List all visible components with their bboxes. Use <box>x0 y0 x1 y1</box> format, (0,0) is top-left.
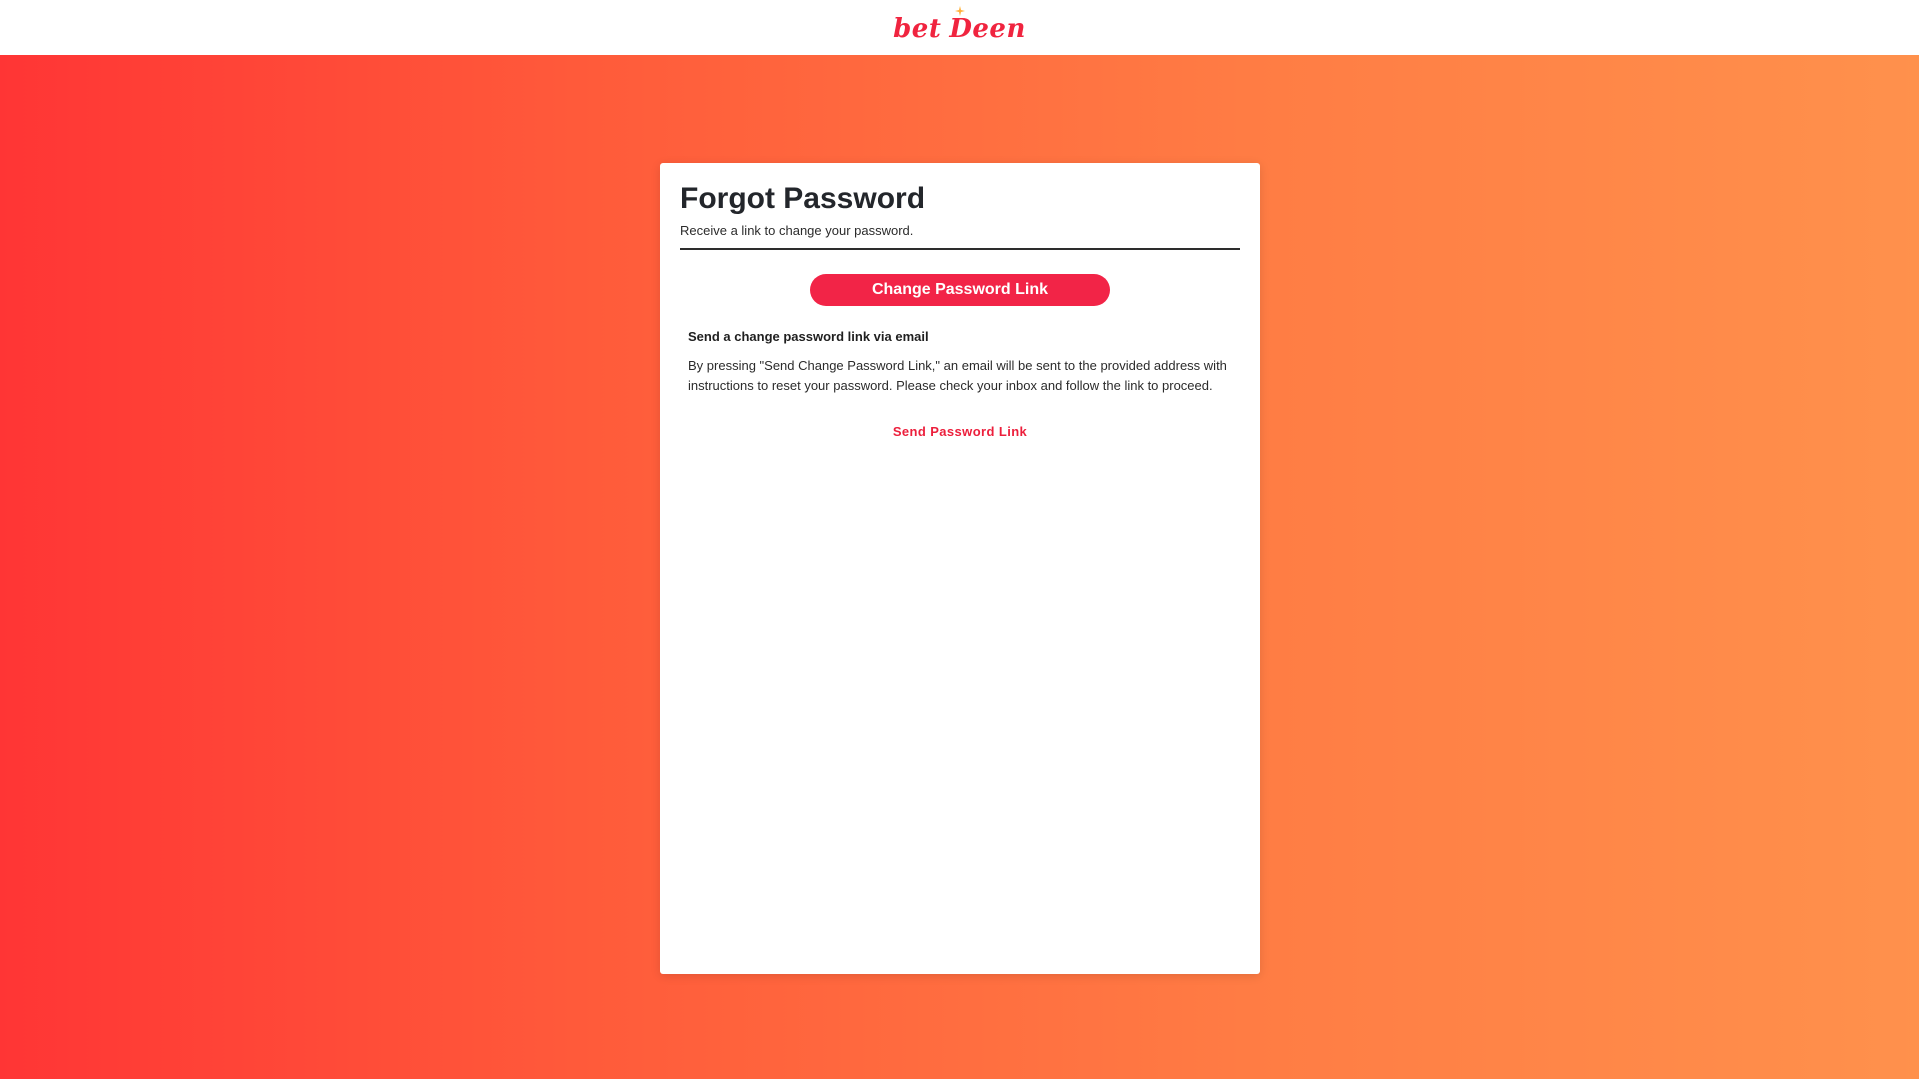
sparkle-icon <box>955 5 966 16</box>
top-header: bet Deen <box>0 0 1919 55</box>
logo-text-deen-wrap: Deen <box>949 5 1026 44</box>
primary-button-row: Change Password Link <box>680 274 1240 306</box>
logo-text-bet: bet <box>893 13 942 44</box>
page-subtitle: Receive a link to change your password. <box>680 223 914 238</box>
forgot-password-card: Forgot Password Receive a link to change… <box>660 163 1260 974</box>
page-title: Forgot Password <box>680 182 926 215</box>
send-link-row: Send Password Link <box>680 424 1240 439</box>
brand-logo[interactable]: bet Deen <box>893 5 1026 44</box>
section-description: By pressing "Send Change Password Link,"… <box>688 358 1227 393</box>
change-password-link-button[interactable]: Change Password Link <box>810 274 1110 306</box>
send-password-link[interactable]: Send Password Link <box>893 424 1027 439</box>
email-link-section: Send a change password link via email By… <box>680 329 1240 396</box>
title-divider <box>680 248 1240 250</box>
logo-text-deen: Deen <box>949 13 1026 44</box>
section-title: Send a change password link via email <box>688 329 929 344</box>
